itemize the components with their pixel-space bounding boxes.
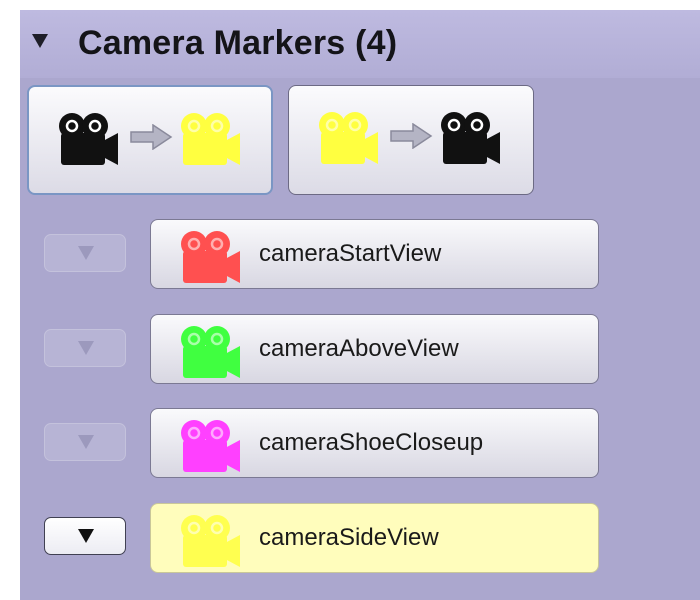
swap-view-to-active-button[interactable] bbox=[288, 85, 534, 195]
marker-expand-toggle[interactable] bbox=[44, 517, 126, 555]
camera-icon bbox=[441, 112, 500, 164]
camera-icon bbox=[319, 112, 378, 164]
panel-title: Camera Markers (4) bbox=[78, 24, 398, 62]
marker-button[interactable]: cameraShoeCloseup bbox=[150, 408, 599, 478]
collapse-triangle-icon[interactable] bbox=[32, 34, 48, 48]
marker-label: cameraStartView bbox=[259, 240, 442, 267]
camera-markers-panel: Camera Markers (4) cameraStartView camer… bbox=[20, 10, 700, 600]
camera-icon bbox=[181, 231, 240, 283]
right-arrow-icon bbox=[390, 123, 433, 149]
swap-active-to-view-button[interactable] bbox=[27, 85, 273, 195]
marker-label: cameraShoeCloseup bbox=[259, 429, 484, 456]
right-arrow-icon bbox=[130, 124, 173, 150]
marker-expand-toggle[interactable] bbox=[44, 423, 126, 461]
camera-icon bbox=[181, 326, 240, 378]
marker-button[interactable]: cameraStartView bbox=[150, 219, 599, 289]
camera-icon bbox=[181, 113, 240, 165]
camera-icon bbox=[181, 420, 240, 472]
triangle-down-icon bbox=[78, 529, 94, 543]
marker-button-active[interactable]: cameraSideView bbox=[150, 503, 599, 573]
marker-expand-toggle[interactable] bbox=[44, 329, 126, 367]
camera-icon bbox=[59, 113, 118, 165]
panel-header[interactable]: Camera Markers (4) bbox=[20, 10, 700, 78]
marker-expand-toggle[interactable] bbox=[44, 234, 126, 272]
marker-label: cameraAboveView bbox=[259, 335, 459, 362]
triangle-down-icon bbox=[78, 341, 94, 355]
triangle-down-icon bbox=[78, 435, 94, 449]
marker-button[interactable]: cameraAboveView bbox=[150, 314, 599, 384]
camera-icon bbox=[181, 515, 240, 567]
triangle-down-icon bbox=[78, 246, 94, 260]
marker-label: cameraSideView bbox=[259, 524, 439, 551]
